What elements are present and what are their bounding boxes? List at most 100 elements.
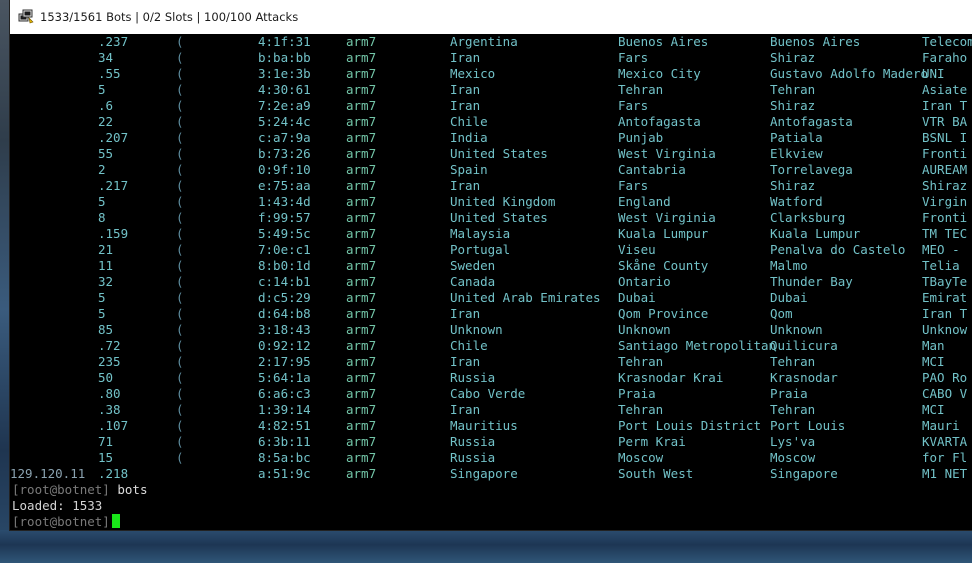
window-title: 1533/1561 Bots | 0/2 Slots | 100/100 Att…: [40, 10, 299, 24]
input-line[interactable]: [root@botnet]: [12, 514, 120, 530]
bot-paren-cell: (: [176, 338, 184, 353]
bot-isp-cell: Iran T: [922, 98, 968, 113]
bot-arch-cell: arm7: [346, 210, 377, 225]
bot-country-cell: Iran: [450, 402, 481, 417]
bot-city-cell: Shiraz: [770, 98, 816, 113]
bot-city-cell: Shiraz: [770, 50, 816, 65]
bot-city-cell: Port Louis: [770, 418, 846, 433]
bot-city-cell: Shiraz: [770, 178, 816, 193]
bot-mac-cell: b:73:26: [258, 146, 311, 161]
bot-isp-cell: Telecom: [922, 34, 972, 49]
bot-isp-cell: Faraho: [922, 50, 968, 65]
bot-city-cell: Krasnodar: [770, 370, 838, 385]
bot-mac-cell: 4:30:61: [258, 82, 311, 97]
bot-row: 71 (6:3b:11 arm7 Russia Perm Krai Lys'va KVART…: [10, 434, 972, 450]
bot-row: 5 (1:43:4d arm7 United Kingdom England Watfor…: [10, 194, 972, 210]
bot-region-cell: Tehran: [618, 82, 664, 97]
bot-row: .217 (e:75:aa arm7 Iran Fars Shiraz Shiraz: [10, 178, 972, 194]
bot-city-cell: Tehran: [770, 354, 816, 369]
bot-arch-cell: arm7: [346, 194, 377, 209]
bot-mac-cell: 5:64:1a: [258, 370, 311, 385]
bot-paren-cell: (: [176, 226, 184, 241]
bot-city-cell: Patiala: [770, 130, 823, 145]
desktop-wallpaper-bottom: [0, 530, 972, 563]
bot-isp-cell: Unknow: [922, 322, 968, 337]
bot-mac-cell: 7:0e:c1: [258, 242, 311, 257]
bot-isp-cell: Fronti: [922, 210, 968, 225]
bot-mac-cell: 0:92:12: [258, 338, 311, 353]
bot-row: 2 (0:9f:10 arm7 Spain Cantabria Torrelavega AU…: [10, 162, 972, 178]
bot-paren-cell: (: [176, 162, 184, 177]
bot-ip-cell: 50: [98, 370, 114, 385]
bot-isp-cell: Fronti: [922, 146, 968, 161]
bot-row: .107 (4:82:51 arm7 Mauritius Port Louis Dist…: [10, 418, 972, 434]
bot-ip-cell: 55: [98, 146, 114, 161]
bot-city-cell: Quilicura: [770, 338, 838, 353]
bot-ip-cell: 32: [98, 274, 114, 289]
bot-region-cell: Fars: [618, 98, 649, 113]
bot-ip-cell: 85: [98, 322, 114, 337]
bot-paren-cell: (: [176, 98, 184, 113]
bot-mac-cell: 3:1e:3b: [258, 66, 311, 81]
bot-ip-cell: .107: [98, 418, 129, 433]
bot-city-cell: Penalva do Castelo: [770, 242, 906, 257]
bot-isp-cell: MCI: [922, 354, 945, 369]
bot-isp-cell: TM TEC: [922, 226, 968, 241]
bot-arch-cell: arm7: [346, 50, 377, 65]
bot-paren-cell: (: [176, 434, 184, 449]
bot-row: 5 (d:c5:29 arm7 United Arab Emirates Dubai Du…: [10, 290, 972, 306]
bot-isp-cell: UNI: [922, 66, 945, 81]
bot-mac-cell: f:99:57: [258, 210, 311, 225]
bot-arch-cell: arm7: [346, 162, 377, 177]
bot-region-cell: Santiago Metropolitan: [618, 338, 777, 353]
bot-isp-cell: Emirat: [922, 290, 968, 305]
bot-city-cell: Watford: [770, 194, 823, 209]
bot-ip-cell: 235: [98, 354, 121, 369]
shell-prompt: [root@botnet]: [12, 514, 110, 529]
bot-arch-cell: arm7: [346, 306, 377, 321]
bot-paren-cell: (: [176, 210, 184, 225]
bot-row: .72 (0:92:12 arm7 Chile Santiago Metropolita…: [10, 338, 972, 354]
bot-city-cell: Qom: [770, 306, 793, 321]
bot-mac-cell: c:a7:9a: [258, 130, 311, 145]
bot-arch-cell: arm7: [346, 434, 377, 449]
bot-country-cell: United Arab Emirates: [450, 290, 601, 305]
bot-ip-cell: .38: [98, 402, 121, 417]
bot-paren-cell: (: [176, 370, 184, 385]
bot-country-cell: Mauritius: [450, 418, 518, 433]
bot-country-cell: United States: [450, 210, 548, 225]
bot-isp-cell: KVARTA: [922, 434, 968, 449]
window-titlebar[interactable]: 1533/1561 Bots | 0/2 Slots | 100/100 Att…: [10, 0, 972, 35]
bot-ip-cell: 34: [98, 50, 114, 65]
bot-arch-cell: arm7: [346, 178, 377, 193]
bot-isp-cell: M1 NET: [922, 466, 968, 481]
bot-region-cell: Krasnodar Krai: [618, 370, 724, 385]
bot-country-cell: Canada: [450, 274, 496, 289]
bot-arch-cell: arm7: [346, 338, 377, 353]
bot-arch-cell: arm7: [346, 258, 377, 273]
bot-country-cell: Iran: [450, 50, 481, 65]
terminal-output[interactable]: .237 (4:1f:31 arm7 Argentina Buenos Aires Bue…: [10, 34, 972, 530]
bot-paren-cell: (: [176, 66, 184, 81]
bot-city-cell: Unknown: [770, 322, 823, 337]
bot-paren-cell: (: [176, 290, 184, 305]
bot-isp-cell: BSNL I: [922, 130, 968, 145]
text-cursor[interactable]: [111, 514, 120, 528]
bot-region-cell: Port Louis District: [618, 418, 761, 433]
bot-isp-cell: Telia: [922, 258, 960, 273]
bot-city-cell: Kuala Lumpur: [770, 226, 861, 241]
bot-country-cell: Malaysia: [450, 226, 511, 241]
bot-ip-cell: .218: [98, 466, 129, 481]
bot-mac-cell: 0:9f:10: [258, 162, 311, 177]
terminal-window[interactable]: 1533/1561 Bots | 0/2 Slots | 100/100 Att…: [10, 0, 972, 530]
bot-isp-cell: Mauri: [922, 418, 960, 433]
bot-row: 34 (b:ba:bb arm7 Iran Fars Shiraz Faraho: [10, 50, 972, 66]
bot-ip-cell: 5: [98, 290, 106, 305]
bot-ip-cell: 5: [98, 194, 106, 209]
bot-country-cell: Singapore: [450, 466, 518, 481]
bot-city-cell: Thunder Bay: [770, 274, 853, 289]
bot-city-cell: Moscow: [770, 450, 816, 465]
bot-mac-cell: 4:1f:31: [258, 34, 311, 49]
bot-ip-cell: 15: [98, 450, 114, 465]
bot-region-cell: Cantabria: [618, 162, 686, 177]
